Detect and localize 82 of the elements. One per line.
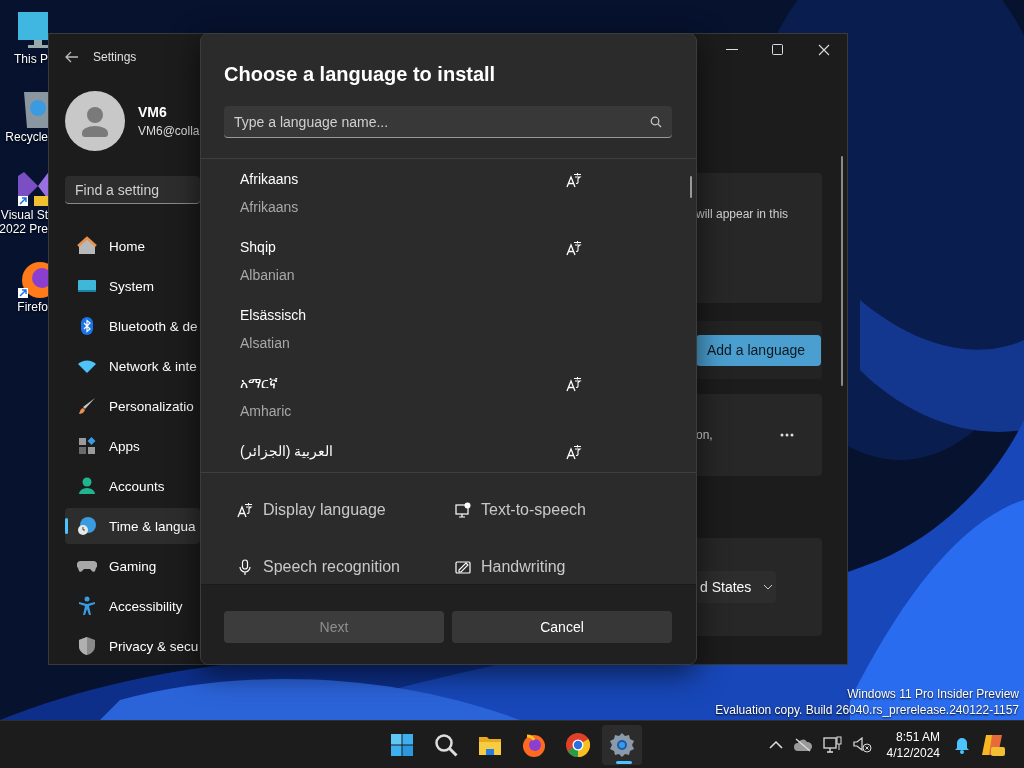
nav-item[interactable]: Bluetooth & de: [65, 308, 200, 344]
build-info-text: Windows 11 Pro Insider Preview: [847, 686, 1019, 702]
nav-item[interactable]: Accessibility: [65, 588, 200, 624]
dialog-button[interactable]: Cancel: [452, 611, 672, 643]
card-text: on,: [696, 428, 713, 442]
speaker-muted-icon[interactable]: [852, 736, 873, 753]
more-options-icon[interactable]: [780, 433, 794, 437]
search-field[interactable]: Type a language name...: [224, 106, 672, 138]
search-icon: [650, 116, 662, 128]
nav-item[interactable]: Privacy & secu: [65, 628, 200, 664]
avatar-icon: [65, 91, 125, 151]
language-item[interactable]: Elsässisch Alsatian: [201, 295, 696, 363]
windows-logo-icon: [389, 731, 415, 758]
taskbar-app-button[interactable]: [602, 724, 642, 765]
microphone-icon: [237, 558, 253, 575]
clock-date[interactable]: 4/12/2024: [886, 744, 940, 761]
feature-text: Display language: [263, 499, 386, 520]
chrome-icon: [565, 731, 591, 758]
globe-clock-icon: [77, 516, 97, 536]
desktop-icon-label[interactable]: This P: [14, 52, 48, 66]
pen-box-icon: [455, 558, 471, 575]
selection-indicator: [65, 518, 68, 534]
window-title: Settings: [93, 50, 137, 64]
language-name: Afrikaans: [240, 170, 299, 189]
language-item[interactable]: Afrikaans Afrikaans: [201, 159, 696, 227]
feature-text: Speech recognition: [263, 556, 400, 577]
nav-item[interactable]: Apps: [65, 428, 200, 464]
account-email: VM6@collal: [138, 124, 203, 138]
back-arrow-icon[interactable]: [65, 51, 79, 63]
dialog-title: Choose a language to install: [224, 62, 497, 87]
card-text: will appear in this: [696, 207, 789, 221]
accessibility-person-icon: [77, 596, 97, 616]
feature-text: Text-to-speech: [481, 499, 586, 520]
minimize-icon[interactable]: [726, 49, 738, 51]
monitor-speech-icon: [455, 501, 471, 518]
language-english-name: Albanian: [240, 266, 295, 285]
dropdown[interactable]: d States: [696, 571, 776, 603]
house-icon: [77, 236, 97, 256]
nav-item[interactable]: Accounts: [65, 468, 200, 504]
display-language-icon: [237, 501, 253, 518]
language-english-name: Alsatian: [240, 334, 290, 353]
feature-text: Handwriting: [481, 556, 566, 577]
close-icon[interactable]: [818, 44, 830, 56]
language-name: አማርኛ: [240, 374, 278, 393]
chevron-down-icon: [763, 584, 774, 590]
language-item[interactable]: አማርኛ Amharic: [201, 363, 696, 431]
add-language-button[interactable]: Add a language: [696, 334, 822, 366]
language-english-name: Afrikaans: [240, 198, 299, 217]
desktop-icon-label[interactable]: Visual St: [0, 208, 48, 222]
apps-icon: [77, 436, 97, 456]
scrollbar-thumb[interactable]: [690, 176, 692, 198]
desktop-icon-label[interactable]: Recycle: [5, 130, 48, 144]
search-field[interactable]: Find a setting: [65, 176, 200, 204]
network-icon[interactable]: [822, 735, 843, 754]
gear-icon: [609, 731, 635, 758]
build-info-text: Evaluation copy. Build 26040.rs_prerelease.240122-1157: [715, 702, 1019, 718]
chevron-up-icon[interactable]: [768, 740, 783, 749]
nav-item[interactable]: Gaming: [65, 548, 200, 584]
language-english-name: Amharic: [240, 402, 292, 421]
scrollbar[interactable]: [841, 156, 843, 386]
account-name: VM6: [138, 104, 168, 120]
running-indicator: [616, 760, 632, 764]
shield-icon: [77, 636, 97, 656]
nav-item[interactable]: Time & langua: [65, 508, 200, 544]
person-icon: [77, 476, 97, 496]
nav-item[interactable]: Home: [65, 228, 200, 264]
brush-icon: [77, 396, 97, 416]
cloud-off-icon[interactable]: [792, 737, 813, 752]
search-icon: [433, 731, 459, 758]
language-name: Shqip: [240, 238, 276, 257]
language-item[interactable]: العربية (الجزائر): [201, 431, 696, 472]
language-name: Elsässisch: [240, 306, 307, 325]
maximize-icon[interactable]: [772, 44, 784, 56]
nav-item[interactable]: Network & inte: [65, 348, 200, 384]
nav-item[interactable]: Personalizatio: [65, 388, 200, 424]
language-item[interactable]: Shqip Albanian: [201, 227, 696, 295]
bell-icon[interactable]: [954, 735, 970, 754]
language-name: العربية (الجزائر): [240, 442, 334, 461]
desktop-icon-label[interactable]: Firefo: [17, 300, 48, 314]
nav-item[interactable]: System: [65, 268, 200, 304]
clock-time[interactable]: 8:51 AM: [895, 728, 940, 745]
desktop-icon-label[interactable]: 2022 Pre: [0, 222, 48, 236]
